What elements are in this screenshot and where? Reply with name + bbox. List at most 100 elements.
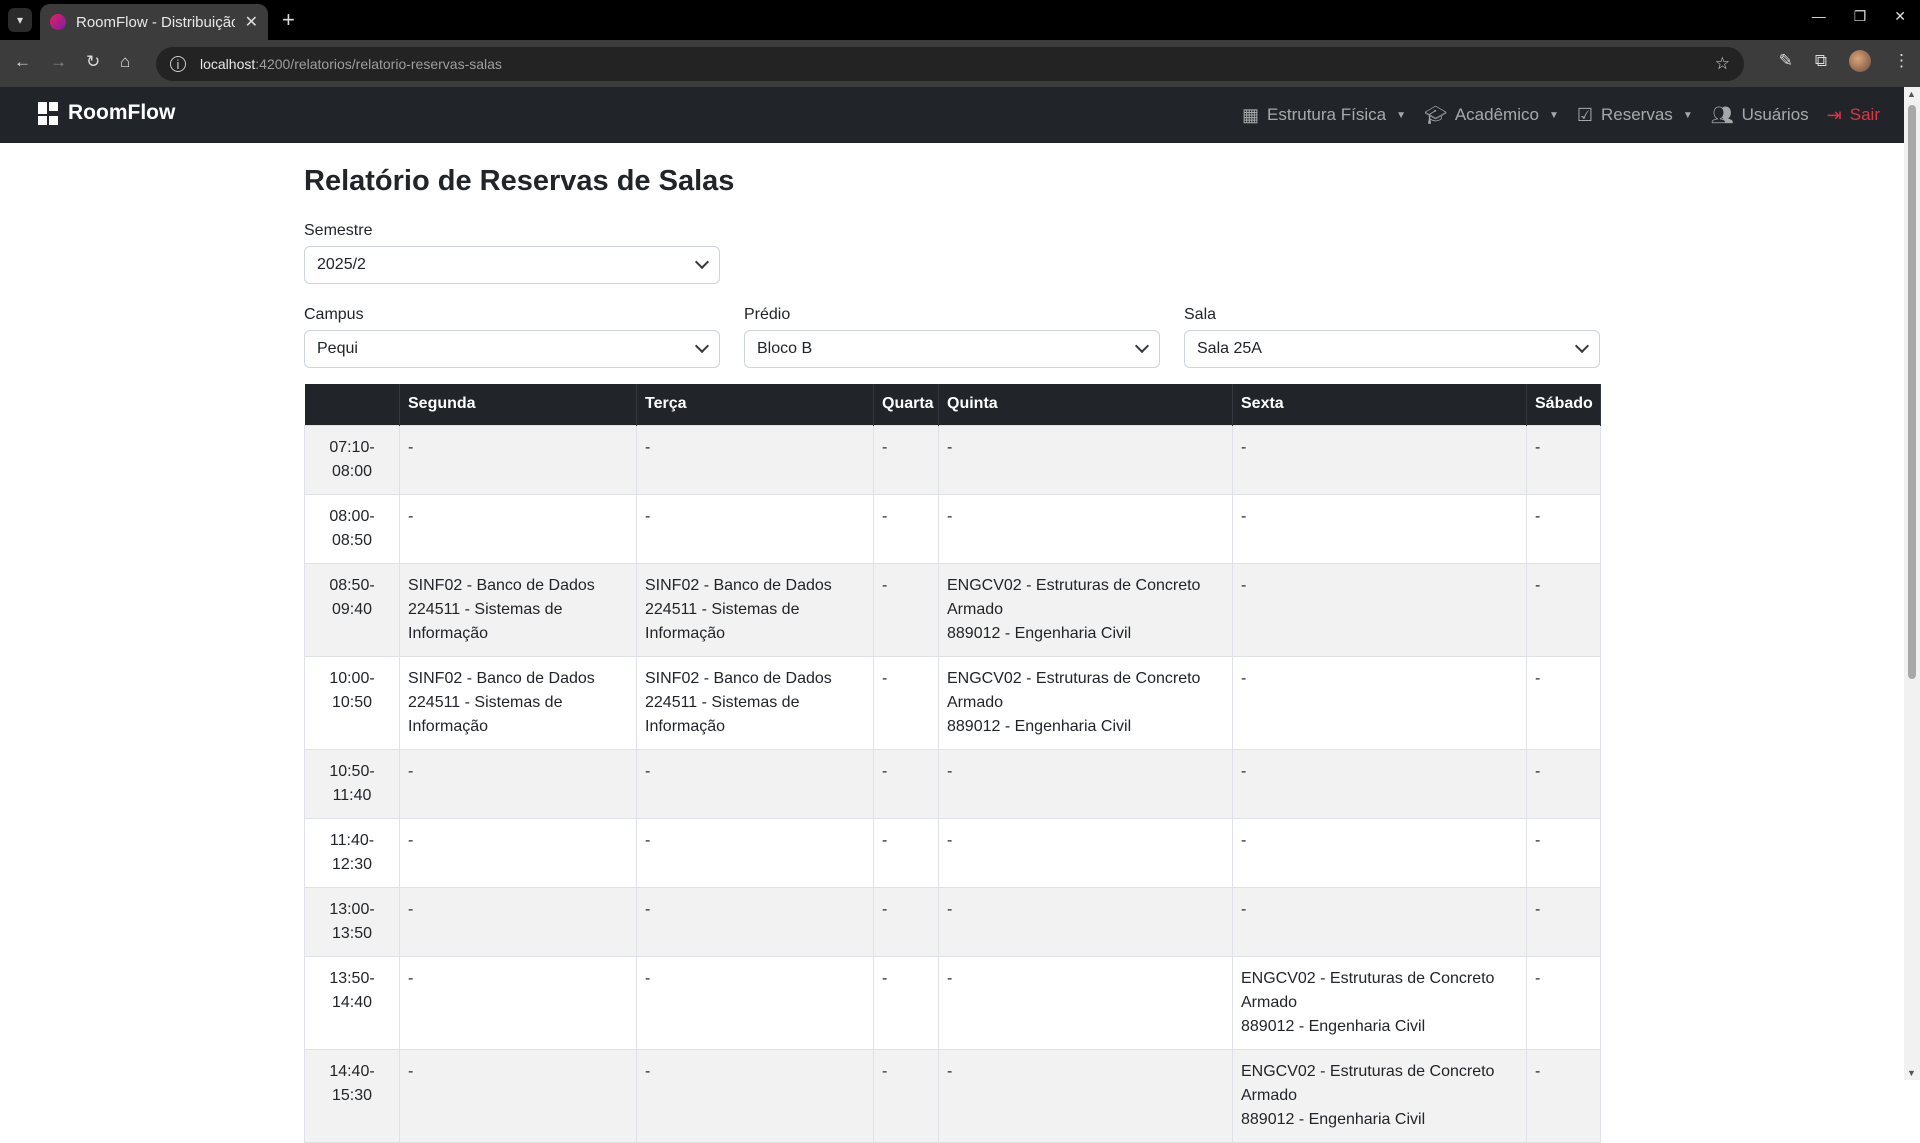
table-row: 08:50- 09:40 SINF02 - Banco de Dados 224511… — [304, 562, 1601, 657]
schedule-cell: - — [938, 817, 1233, 888]
reservation-text: 224511 - Sistemas de Informação — [408, 600, 563, 642]
empty-slot-text: - — [882, 438, 888, 456]
time-slot-text: 13:00- — [329, 900, 375, 918]
empty-slot-text: - — [882, 507, 888, 525]
profile-avatar[interactable] — [1849, 50, 1871, 72]
window-controls: — ❐ ✕ — [1812, 8, 1906, 25]
reservation-text: ENGCV02 - Estruturas de Concreto Armado — [947, 669, 1201, 711]
empty-slot-text: - — [947, 507, 953, 525]
sala-select[interactable]: Sala 25A — [1184, 330, 1600, 368]
empty-slot-text: - — [1241, 507, 1247, 525]
campus-select[interactable]: Pequi — [304, 330, 720, 368]
empty-slot-text: - — [1241, 576, 1247, 594]
header-day: Quinta — [938, 384, 1233, 425]
header-day: Quarta — [873, 384, 939, 425]
restore-icon[interactable]: ❐ — [1854, 8, 1867, 25]
home-icon[interactable]: ⌂ — [120, 52, 130, 72]
schedule-cell: - — [873, 886, 939, 957]
caret-down-icon: ▼ — [1548, 109, 1559, 121]
schedule-cell: - — [636, 493, 874, 564]
tab-search-button[interactable]: ▾ — [8, 8, 32, 32]
schedule-cell: - — [1526, 886, 1601, 957]
schedule-cell: - — [938, 886, 1233, 957]
forward-icon[interactable]: → — [50, 52, 67, 72]
time-slot-text: 12:30 — [331, 855, 373, 873]
empty-slot-text: - — [947, 831, 953, 849]
schedule-cell: - — [873, 1048, 939, 1143]
schedule-cell: ENGCV02 - Estruturas de Concreto Armado 8… — [938, 562, 1233, 657]
empty-slot-text: - — [408, 969, 414, 987]
schedule-cell: - — [938, 955, 1233, 1050]
app-navbar: RoomFlow ▦ Estrutura Física ▼ 🎓︎ Acadêmi… — [0, 87, 1904, 143]
schedule-cell: - — [399, 886, 637, 957]
empty-slot-text: - — [882, 900, 888, 918]
empty-slot-text: - — [1535, 762, 1541, 780]
nav-sair[interactable]: ⇥ Sair — [1827, 105, 1880, 126]
header-day: Segunda — [399, 384, 637, 425]
empty-slot-text: - — [1535, 438, 1541, 456]
toolbar-actions: ✎ ⧉ ⋮ — [1779, 50, 1910, 72]
schedule-cell: - — [873, 655, 939, 750]
schedule-cell: - — [1232, 817, 1527, 888]
menu-kebab-icon[interactable]: ⋮ — [1893, 51, 1910, 71]
scroll-up-icon[interactable]: ▲ — [1907, 89, 1916, 99]
schedule-cell: - — [873, 748, 939, 819]
site-info-icon[interactable]: i — [170, 56, 186, 72]
nav-estrutura-fisica[interactable]: ▦ Estrutura Física ▼ — [1242, 105, 1406, 126]
schedule-cell: - — [938, 493, 1233, 564]
time-slot-cell: 08:00- 08:50 — [304, 493, 400, 564]
time-slot-cell: 11:40- 12:30 — [304, 817, 400, 888]
semestre-select[interactable]: 2025/2 — [304, 246, 720, 284]
tab-close-icon[interactable]: ✕ — [245, 12, 258, 32]
schedule-cell: ENGCV02 - Estruturas de Concreto Armado 8… — [1232, 955, 1527, 1050]
table-row: 11:40- 12:30 - - - - - - — [304, 817, 1601, 888]
extensions-icon[interactable]: ⧉ — [1815, 51, 1827, 71]
nav-academico[interactable]: 🎓︎ Acadêmico ▼ — [1424, 105, 1559, 126]
page-scrollbar[interactable]: ▲ ▼ — [1904, 87, 1920, 1080]
reservation-text: SINF02 - Banco de Dados — [645, 576, 832, 594]
close-window-icon[interactable]: ✕ — [1894, 8, 1906, 25]
browser-tab[interactable]: RoomFlow - Distribuição ✕ — [40, 4, 268, 40]
empty-slot-text: - — [1241, 438, 1247, 456]
schedule-cell: - — [1526, 655, 1601, 750]
bookmark-star-icon[interactable]: ☆ — [1715, 54, 1730, 74]
schedule-table: Segunda Terça Quarta Quinta Sexta Sábado 07:1… — [304, 384, 1601, 1143]
empty-slot-text: - — [408, 762, 414, 780]
table-row: 10:00- 10:50 SINF02 - Banco de Dados 224511… — [304, 655, 1601, 750]
empty-slot-text: - — [882, 669, 888, 687]
brand-link[interactable]: RoomFlow — [38, 101, 175, 125]
empty-slot-text: - — [1241, 669, 1247, 687]
schedule-cell: - — [636, 886, 874, 957]
users-icon: 👥︎ — [1710, 104, 1734, 125]
nav-usuarios[interactable]: 👥︎ Usuários — [1711, 105, 1809, 126]
reload-icon[interactable]: ↻ — [86, 52, 100, 72]
empty-slot-text: - — [947, 438, 953, 456]
time-slot-cell: 08:50- 09:40 — [304, 562, 400, 657]
back-icon[interactable]: ← — [14, 52, 31, 72]
time-slot-text: 08:00 — [331, 462, 373, 480]
empty-slot-text: - — [645, 762, 651, 780]
minimize-icon[interactable]: — — [1812, 8, 1826, 25]
predio-label: Prédio — [744, 306, 791, 323]
scroll-down-icon[interactable]: ▼ — [1907, 1068, 1916, 1078]
nav-label: Sair — [1849, 105, 1880, 124]
schedule-cell: - — [1232, 493, 1527, 564]
chevron-down-icon — [694, 338, 710, 354]
schedule-cell: - — [1232, 562, 1527, 657]
address-bar[interactable]: i localhost:4200/relatorios/relatorio-re… — [156, 47, 1744, 81]
empty-slot-text: - — [1535, 900, 1541, 918]
empty-slot-text: - — [645, 507, 651, 525]
scrollbar-thumb[interactable] — [1908, 105, 1916, 679]
time-slot-text: 08:50- — [329, 576, 375, 594]
nav-reservas[interactable]: ☑ Reservas ▼ — [1577, 105, 1693, 126]
reservation-text: SINF02 - Banco de Dados — [408, 576, 595, 594]
schedule-cell: - — [1232, 655, 1527, 750]
url-text[interactable]: localhost:4200/relatorios/relatorio-rese… — [200, 56, 502, 72]
predio-select[interactable]: Bloco B — [744, 330, 1160, 368]
tab-title: RoomFlow - Distribuição — [76, 13, 235, 31]
schedule-cell: - — [399, 817, 637, 888]
empty-slot-text: - — [1535, 831, 1541, 849]
new-tab-button[interactable]: + — [282, 8, 295, 32]
schedule-cell: SINF02 - Banco de Dados 224511 - Sistemas… — [636, 655, 874, 750]
pen-icon[interactable]: ✎ — [1779, 51, 1793, 71]
